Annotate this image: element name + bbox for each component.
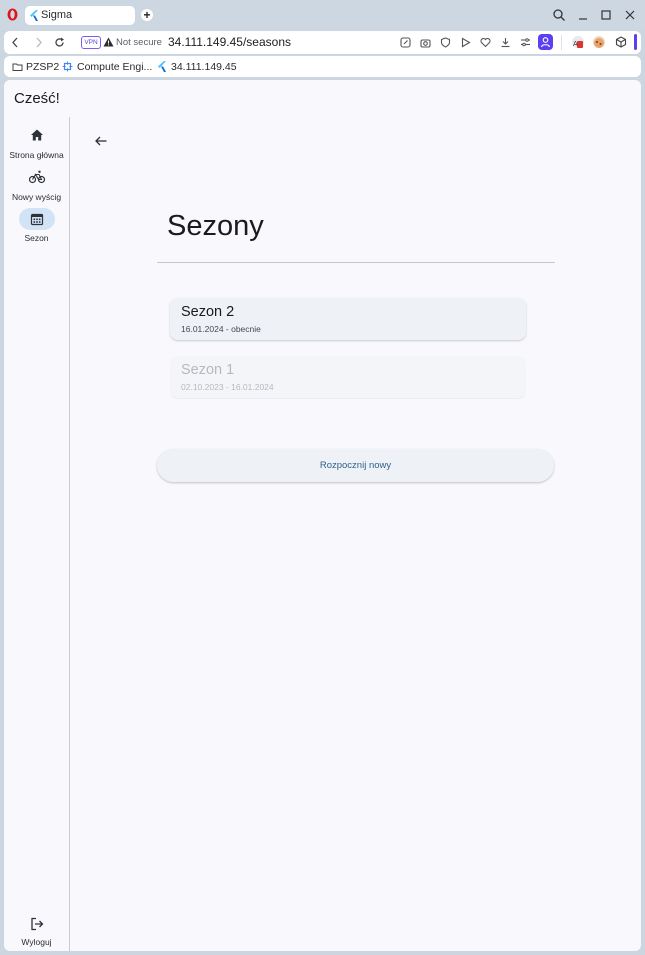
reload-icon[interactable] bbox=[53, 36, 66, 49]
address-bar: VPN Not secure 34.111.149.45/seasons A bbox=[4, 31, 641, 54]
compute-engine-icon bbox=[62, 61, 73, 72]
heart-icon[interactable] bbox=[480, 37, 491, 48]
navigation-rail: Strona główna Nowy wyścig Sezon Wyloguj bbox=[4, 117, 70, 951]
page-title: Sezony bbox=[167, 210, 264, 242]
nav-item-new-race[interactable]: Nowy wyścig bbox=[4, 167, 69, 202]
bookmarks-bar: PZSP2 Compute Engi... 34.111.149.45 bbox=[4, 56, 641, 77]
open-in-window-icon[interactable] bbox=[400, 37, 411, 48]
season-name: Sezon 1 bbox=[181, 362, 235, 378]
season-card[interactable]: Sezon 2 16.01.2024 - obecnie bbox=[170, 298, 526, 340]
season-dates: 16.01.2024 - obecnie bbox=[181, 324, 261, 334]
maximize-icon[interactable] bbox=[599, 8, 613, 22]
nav-label-new-race: Nowy wyścig bbox=[11, 192, 62, 202]
camera-icon[interactable] bbox=[420, 37, 431, 48]
warning-icon bbox=[103, 37, 114, 47]
calendar-icon bbox=[18, 208, 55, 230]
flutter-icon bbox=[30, 10, 38, 21]
minimize-icon[interactable] bbox=[576, 8, 590, 22]
toolbar-divider bbox=[561, 35, 562, 50]
start-new-season-button[interactable]: Rozpocznij nowy bbox=[157, 449, 554, 482]
title-divider bbox=[157, 262, 555, 263]
nav-item-home[interactable]: Strona główna bbox=[4, 125, 69, 160]
sidebar-accent-bar[interactable] bbox=[634, 34, 637, 50]
bookmark-compute-engine[interactable]: Compute Engi... bbox=[77, 61, 152, 73]
search-tabs-icon[interactable] bbox=[552, 8, 566, 22]
url-input[interactable]: 34.111.149.45/seasons bbox=[168, 35, 291, 49]
back-arrow-icon[interactable] bbox=[93, 133, 109, 149]
tab-title: Sigma bbox=[41, 9, 73, 21]
bookmark-pzsp2[interactable]: PZSP2 bbox=[26, 61, 59, 73]
logout-icon bbox=[19, 914, 55, 936]
security-status[interactable]: Not secure bbox=[116, 37, 162, 48]
logout-label: Wyloguj bbox=[21, 937, 52, 947]
greeting-title: Cześć! bbox=[14, 90, 60, 107]
nav-label-season: Sezon bbox=[24, 233, 49, 243]
season-card: Sezon 1 02.10.2023 - 16.01.2024 bbox=[170, 356, 526, 398]
flutter-icon bbox=[158, 61, 166, 72]
download-icon[interactable] bbox=[500, 37, 511, 48]
extension-ab-icon[interactable]: A bbox=[572, 36, 584, 48]
extension-cookie-icon[interactable] bbox=[593, 36, 605, 48]
app-page: Cześć! Strona główna Nowy wyścig Sezon W… bbox=[4, 80, 641, 951]
forward-nav-icon[interactable] bbox=[32, 36, 45, 49]
close-window-icon[interactable] bbox=[623, 8, 637, 22]
user-icon bbox=[540, 37, 551, 48]
browser-tab-bar: Sigma + bbox=[0, 0, 645, 30]
bike-icon bbox=[19, 167, 55, 189]
play-icon[interactable] bbox=[460, 37, 471, 48]
vpn-badge[interactable]: VPN bbox=[81, 36, 101, 49]
nav-label-home: Strona główna bbox=[9, 150, 64, 160]
bookmark-ip[interactable]: 34.111.149.45 bbox=[171, 61, 237, 73]
browser-tab[interactable]: Sigma bbox=[25, 6, 135, 25]
home-icon bbox=[19, 125, 55, 147]
nav-item-season[interactable]: Sezon bbox=[4, 208, 69, 243]
new-tab-plus-icon[interactable]: + bbox=[141, 9, 153, 21]
opera-logo-icon[interactable] bbox=[7, 8, 18, 21]
folder-icon bbox=[12, 63, 23, 71]
svg-text:A: A bbox=[573, 40, 578, 48]
back-nav-icon[interactable] bbox=[9, 36, 22, 49]
season-dates: 02.10.2023 - 16.01.2024 bbox=[181, 382, 274, 392]
extensions-cube-icon[interactable] bbox=[615, 36, 627, 48]
easy-setup-icon[interactable] bbox=[520, 37, 531, 48]
logout-button[interactable]: Wyloguj bbox=[4, 914, 69, 947]
season-name: Sezon 2 bbox=[181, 304, 235, 320]
profile-button[interactable] bbox=[538, 34, 553, 50]
shield-icon[interactable] bbox=[440, 37, 451, 48]
